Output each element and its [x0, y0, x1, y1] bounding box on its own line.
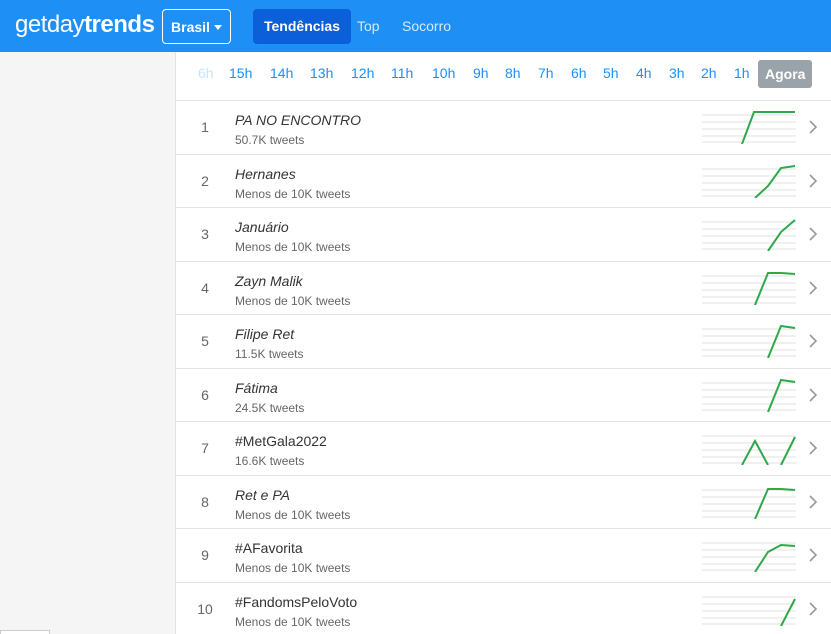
chevron-right-icon[interactable] [807, 600, 819, 618]
trend-name[interactable]: #AFavorita [235, 540, 303, 556]
trend-volume: 24.5K tweets [235, 400, 305, 415]
time-15h[interactable]: 15h [229, 65, 252, 81]
nav-tab-top[interactable]: Top [346, 9, 391, 44]
trend-sparkline [702, 435, 796, 465]
time-agora[interactable]: Agora [758, 60, 813, 88]
time-12h[interactable]: 12h [351, 65, 374, 81]
trend-name[interactable]: PA NO ENCONTRO [235, 112, 361, 128]
logo-light-text: getday [15, 11, 85, 38]
time-9h[interactable]: 9h [473, 65, 489, 81]
trend-volume: Menos de 10K tweets [235, 507, 351, 522]
chevron-right-icon[interactable] [807, 225, 819, 243]
trend-name[interactable]: Januário [235, 219, 289, 235]
trend-volume: Menos de 10K tweets [235, 240, 351, 254]
trend-volume: Menos de 10K tweets [235, 561, 351, 575]
navbar: getdaytrends Brasil Tendências Top Socor… [0, 0, 831, 52]
sidebar-bottom-tab[interactable] [0, 630, 50, 634]
trend-sparkline [702, 271, 796, 305]
chevron-right-icon[interactable] [807, 386, 819, 404]
chevron-right-icon[interactable] [807, 439, 819, 457]
chevron-right-icon[interactable] [807, 118, 819, 136]
trend-rank: 10 [197, 600, 213, 617]
trend-sparkline [702, 164, 796, 198]
country-label: Brasil [171, 18, 210, 35]
trend-row[interactable]: 4 Zayn Malik Menos de 10K tweets [176, 262, 831, 315]
trend-sparkline [702, 325, 796, 358]
trend-row[interactable]: 1 PA NO ENCONTRO 50.7K tweets [176, 101, 831, 155]
trend-row[interactable]: 3 Januário Menos de 10K tweets [176, 208, 831, 262]
logo[interactable]: getdaytrends [15, 11, 155, 39]
trend-volume: 11.5K tweets [235, 347, 304, 361]
time-13h[interactable]: 13h [310, 65, 333, 81]
trend-name[interactable]: Hernanes [235, 166, 296, 182]
trend-name[interactable]: Ret e PA [235, 487, 290, 503]
trend-volume: Menos de 10K tweets [235, 293, 351, 308]
trend-row[interactable]: 10 #FandomsPeloVoto Menos de 10K tweets [176, 583, 831, 634]
trend-rank: 8 [201, 493, 209, 510]
trend-rank: 2 [201, 172, 209, 189]
time-14h[interactable]: 14h [270, 65, 293, 81]
trend-rank: 9 [201, 547, 209, 563]
chevron-right-icon[interactable] [807, 172, 819, 190]
time-1h[interactable]: 1h [734, 65, 750, 81]
time-selector: 6h 15h 14h 13h 12h 11h 10h 9h 8h 7h 6h 5… [176, 52, 831, 101]
trend-rank: 5 [201, 333, 209, 349]
trend-sparkline [702, 378, 796, 412]
chevron-right-icon[interactable] [807, 546, 819, 564]
trend-row[interactable]: 7 #MetGala2022 16.6K tweets [176, 422, 831, 476]
trend-sparkline [702, 595, 796, 626]
trend-name[interactable]: Filipe Ret [235, 326, 294, 342]
trend-rank: 6 [201, 386, 209, 403]
chevron-right-icon[interactable] [807, 279, 819, 297]
time-4h[interactable]: 4h [636, 65, 652, 81]
logo-bold-text: trends [84, 11, 155, 38]
time-6h[interactable]: 6h [571, 65, 587, 81]
trend-rank: 4 [201, 279, 209, 296]
trend-rank: 3 [201, 226, 209, 242]
nav-tab-socorro[interactable]: Socorro [391, 9, 462, 44]
trend-volume: 50.7K tweets [235, 133, 305, 147]
chevron-right-icon[interactable] [807, 332, 819, 350]
time-10h[interactable]: 10h [432, 65, 455, 81]
trend-row[interactable]: 2 Hernanes Menos de 10K tweets [176, 155, 831, 208]
sidebar [0, 52, 176, 634]
time-8h[interactable]: 8h [505, 65, 521, 81]
trend-volume: Menos de 10K tweets [235, 186, 351, 201]
time-11h[interactable]: 11h [391, 65, 413, 81]
trend-row[interactable]: 6 Fátima 24.5K tweets [176, 369, 831, 422]
trend-name[interactable]: Zayn Malik [235, 273, 303, 289]
trend-rank: 7 [201, 440, 209, 456]
chevron-right-icon[interactable] [807, 493, 819, 511]
trend-row[interactable]: 5 Filipe Ret 11.5K tweets [176, 315, 831, 369]
trend-row[interactable]: 8 Ret e PA Menos de 10K tweets [176, 476, 831, 529]
country-selector[interactable]: Brasil [162, 9, 231, 44]
time-6h-faded[interactable]: 6h [198, 65, 214, 81]
sparkline-path [741, 438, 769, 465]
time-7h[interactable]: 7h [538, 65, 554, 81]
trend-name[interactable]: Fátima [235, 380, 278, 396]
trend-volume: Menos de 10K tweets [235, 614, 351, 629]
trend-name[interactable]: #FandomsPeloVoto [235, 594, 357, 610]
nav-tab-tendencias[interactable]: Tendências [253, 9, 351, 44]
trend-rank: 1 [201, 119, 209, 135]
trend-name[interactable]: #MetGala2022 [235, 433, 327, 449]
trend-row[interactable]: 9 #AFavorita Menos de 10K tweets [176, 529, 831, 583]
trend-volume: 16.6K tweets [235, 454, 305, 468]
trend-sparkline [702, 219, 796, 251]
trend-sparkline [702, 111, 796, 144]
time-2h[interactable]: 2h [701, 65, 717, 81]
time-5h[interactable]: 5h [603, 65, 619, 81]
trend-sparkline [702, 487, 796, 519]
caret-down-icon [213, 24, 222, 30]
time-3h[interactable]: 3h [669, 65, 685, 81]
trend-sparkline [702, 542, 796, 572]
